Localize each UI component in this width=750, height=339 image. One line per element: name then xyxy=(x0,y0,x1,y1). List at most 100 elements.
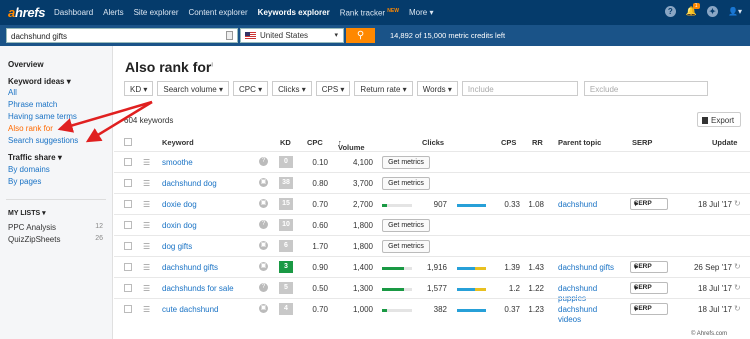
sidebar-keyword-ideas[interactable]: Keyword ideas ▾ xyxy=(8,77,71,86)
list-add-icon[interactable]: ☰ xyxy=(143,221,150,230)
row-checkbox[interactable] xyxy=(124,158,132,166)
header-kd[interactable]: KD xyxy=(280,138,291,147)
filter-words[interactable]: Words ▾ xyxy=(416,81,458,96)
row-checkbox[interactable] xyxy=(124,263,132,271)
refresh-icon[interactable]: ↻ xyxy=(734,283,741,292)
parent-topic-link[interactable]: dachshund videos xyxy=(558,305,618,325)
header-serp[interactable]: SERP xyxy=(632,138,652,147)
keyword-link[interactable]: smoothe xyxy=(162,158,193,167)
list-add-icon[interactable]: ☰ xyxy=(143,158,150,167)
info-icon[interactable]: i xyxy=(211,62,213,68)
country-select[interactable]: United States ▾ xyxy=(240,28,344,43)
filter-search-volume[interactable]: Search volume ▾ xyxy=(157,81,229,96)
filter-return-rate[interactable]: Return rate ▾ xyxy=(354,81,413,96)
refresh-icon[interactable]: ↻ xyxy=(734,199,741,208)
header-volume[interactable]: Volume ↑ xyxy=(338,138,365,152)
volume-value: 1,300 xyxy=(352,284,373,293)
header-parent-topic[interactable]: Parent topic xyxy=(558,138,601,147)
serp-features-icon[interactable]: ▣ xyxy=(259,241,268,250)
volume-value: 1,400 xyxy=(352,263,373,272)
nav-alerts[interactable]: Alerts xyxy=(103,8,123,17)
serp-button[interactable]: SERP ▾ xyxy=(630,303,668,315)
nav-keywords-explorer[interactable]: Keywords explorer xyxy=(258,8,330,17)
sidebar-item-phrase-match[interactable]: Phrase match xyxy=(8,100,57,109)
nav-more[interactable]: More ▾ xyxy=(409,8,433,17)
get-metrics-button[interactable]: Get metrics xyxy=(382,219,430,232)
select-all-checkbox[interactable] xyxy=(124,138,132,146)
keyword-link[interactable]: dog gifts xyxy=(162,242,192,251)
list-add-icon[interactable]: ☰ xyxy=(143,284,150,293)
nav-site-explorer[interactable]: Site explorer xyxy=(134,8,179,17)
list-add-icon[interactable]: ☰ xyxy=(143,305,150,314)
get-metrics-button[interactable]: Get metrics xyxy=(382,177,430,190)
filter-cpc[interactable]: CPC ▾ xyxy=(232,81,269,96)
sidebar-item-also-rank-for[interactable]: Also rank for xyxy=(8,124,53,133)
serp-features-icon[interactable]: ? xyxy=(259,283,268,292)
my-lists-heading[interactable]: MY LISTS ▾ xyxy=(8,209,46,217)
document-icon[interactable] xyxy=(226,31,233,40)
filter-cps[interactable]: CPS ▾ xyxy=(315,81,351,96)
row-checkbox[interactable] xyxy=(124,284,132,292)
bell-icon[interactable]: 🔔 1 xyxy=(686,3,700,17)
serp-features-icon[interactable]: ? xyxy=(259,157,268,166)
serp-features-icon[interactable]: ▣ xyxy=(259,178,268,187)
refresh-icon[interactable]: ↻ xyxy=(734,262,741,271)
list-add-icon[interactable]: ☰ xyxy=(143,179,150,188)
filter-kd[interactable]: KD ▾ xyxy=(124,81,154,96)
header-clicks[interactable]: Clicks xyxy=(422,138,444,147)
nav-dashboard[interactable]: Dashboard xyxy=(54,8,93,17)
sidebar-overview[interactable]: Overview xyxy=(8,60,44,69)
gift-icon[interactable]: ✦ xyxy=(707,6,719,17)
refresh-icon[interactable]: ↻ xyxy=(734,304,741,313)
user-menu-icon[interactable]: 👤▾ xyxy=(728,7,742,16)
row-checkbox[interactable] xyxy=(124,200,132,208)
serp-button[interactable]: SERP ▾ xyxy=(630,261,668,273)
ahrefs-logo[interactable]: ahrefs xyxy=(8,5,54,20)
row-checkbox[interactable] xyxy=(124,305,132,313)
list-add-icon[interactable]: ☰ xyxy=(143,263,150,272)
header-keyword[interactable]: Keyword xyxy=(162,138,194,147)
serp-button[interactable]: SERP ▾ xyxy=(630,282,668,294)
get-metrics-button[interactable]: Get metrics xyxy=(382,156,430,169)
keyword-link[interactable]: dachshund gifts xyxy=(162,263,218,272)
header-rr[interactable]: RR xyxy=(532,138,543,147)
sidebar-item-all[interactable]: All xyxy=(8,88,17,97)
keyword-search-input[interactable]: dachshund gifts xyxy=(6,28,238,43)
header-cpc[interactable]: CPC xyxy=(307,138,323,147)
list-add-icon[interactable]: ☰ xyxy=(143,242,150,251)
keyword-link[interactable]: doxin dog xyxy=(162,221,197,230)
keyword-link[interactable]: dachshund dog xyxy=(162,179,217,188)
export-button[interactable]: Export xyxy=(697,112,741,127)
help-icon[interactable]: ? xyxy=(664,6,676,17)
list-item[interactable]: QuizZipSheets 26 xyxy=(8,235,103,244)
search-button[interactable]: ⚲ xyxy=(346,28,375,43)
serp-features-icon[interactable]: ▣ xyxy=(259,304,268,313)
sidebar-item-by-pages[interactable]: By pages xyxy=(8,177,41,186)
keyword-link[interactable]: cute dachshund xyxy=(162,305,219,314)
serp-button[interactable]: SERP ▾ xyxy=(630,198,668,210)
filter-clicks[interactable]: Clicks ▾ xyxy=(272,81,312,96)
list-add-icon[interactable]: ☰ xyxy=(143,200,150,209)
get-metrics-button[interactable]: Get metrics xyxy=(382,240,430,253)
row-checkbox[interactable] xyxy=(124,221,132,229)
sidebar-traffic-share[interactable]: Traffic share ▾ xyxy=(8,153,62,162)
serp-features-icon[interactable]: ▣ xyxy=(259,262,268,271)
row-checkbox[interactable] xyxy=(124,242,132,250)
row-checkbox[interactable] xyxy=(124,179,132,187)
header-cps[interactable]: CPS xyxy=(501,138,516,147)
sidebar-item-search-suggestions[interactable]: Search suggestions xyxy=(8,136,78,145)
include-input[interactable]: Include xyxy=(461,81,578,96)
parent-topic-link[interactable]: dachshund xyxy=(558,200,618,210)
keyword-link[interactable]: doxie dog xyxy=(162,200,197,209)
serp-features-icon[interactable]: ? xyxy=(259,220,268,229)
sidebar-item-having-same-terms[interactable]: Having same terms xyxy=(8,112,77,121)
sidebar-item-by-domains[interactable]: By domains xyxy=(8,165,50,174)
serp-features-icon[interactable]: ▣ xyxy=(259,199,268,208)
nav-content-explorer[interactable]: Content explorer xyxy=(189,8,248,17)
parent-topic-link[interactable]: dachshund gifts xyxy=(558,263,618,273)
exclude-input[interactable]: Exclude xyxy=(583,81,708,96)
keyword-link[interactable]: dachshunds for sale xyxy=(162,284,234,293)
nav-rank-tracker[interactable]: Rank tracker NEW xyxy=(340,8,399,18)
list-item[interactable]: PPC Analysis 12 xyxy=(8,223,103,232)
header-update[interactable]: Update xyxy=(712,138,737,147)
